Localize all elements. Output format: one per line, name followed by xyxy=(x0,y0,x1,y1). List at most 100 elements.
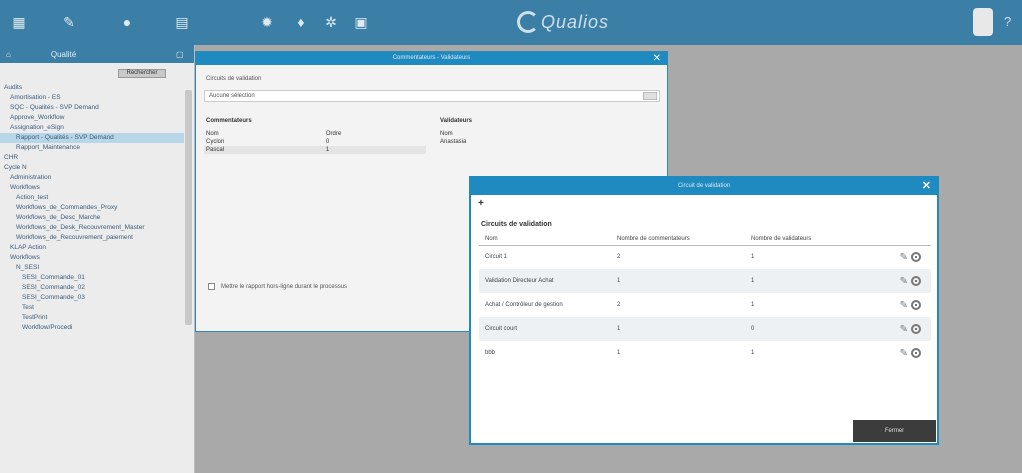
col-order: Ordre xyxy=(325,131,342,137)
cell: 1 xyxy=(751,254,755,261)
table-row[interactable]: Anastasia xyxy=(438,138,498,146)
tree-item[interactable]: Cycle N xyxy=(0,163,184,173)
tree-item-label: Workflows_de_Desk_Recouvrement_Master xyxy=(16,224,145,231)
tree-item[interactable]: SESI_Commande_02 xyxy=(0,283,184,293)
table-row[interactable]: Circuit 1 2 1 ✎ xyxy=(479,245,931,269)
tree-item[interactable]: Rapport_Maintenance xyxy=(0,143,184,153)
avatar[interactable] xyxy=(973,8,993,36)
tree-item[interactable]: Workflows xyxy=(0,253,184,263)
tree-item-label: N_SESI xyxy=(16,264,40,271)
tree-item[interactable]: TestPrint xyxy=(0,313,184,323)
table-header-row: Nom Nombre de commentateurs Nombre de va… xyxy=(479,233,931,246)
row-actions: ✎ xyxy=(881,269,931,293)
tree-item[interactable]: Administration xyxy=(0,173,184,183)
search-button[interactable]: Rechercher xyxy=(118,69,166,78)
add-icon[interactable]: + xyxy=(478,198,484,209)
circle-icon[interactable]: ● xyxy=(118,13,136,31)
close-button[interactable]: Fermer xyxy=(853,420,936,442)
collapse-icon[interactable]: ▢ xyxy=(176,50,184,59)
home-icon[interactable]: ⌂ xyxy=(6,50,11,59)
tree-item-label: Approve_Workflow xyxy=(10,114,65,121)
sidebar-scrollbar[interactable] xyxy=(185,90,192,325)
tree-item[interactable]: Amortisation - ES xyxy=(0,93,184,103)
cell: Cyclon xyxy=(206,139,225,145)
tree-item[interactable]: CHR xyxy=(0,153,184,163)
tree-item[interactable]: KLAP Action xyxy=(0,243,184,253)
cell: 1 xyxy=(751,302,755,308)
row-actions: ✎ xyxy=(881,341,931,365)
cell: 2 xyxy=(617,302,621,308)
offline-checkbox[interactable]: Mettre le rapport hors-ligne durant le p… xyxy=(208,283,347,290)
tree: Audits Amortisation - ES SQC - Qualités - … xyxy=(0,83,184,333)
edit-icon[interactable]: ✎ xyxy=(900,252,908,263)
help-icon[interactable]: ? xyxy=(1004,14,1011,29)
select-button[interactable] xyxy=(643,92,657,100)
tree-item[interactable]: SQC - Qualités - SVP Demand xyxy=(0,103,184,113)
table-row[interactable]: Cyclon 0 xyxy=(204,138,426,146)
checkbox-icon[interactable] xyxy=(208,283,215,290)
delete-icon[interactable] xyxy=(911,252,921,263)
tree-item[interactable]: Test xyxy=(0,303,184,313)
row-actions: ✎ xyxy=(881,293,931,317)
edit-icon[interactable]: ✎ xyxy=(900,348,908,359)
tree-item[interactable]: SESI_Commande_03 xyxy=(0,293,184,303)
table-row[interactable]: Achat / Contrôleur de gestion 2 1 ✎ xyxy=(479,293,931,317)
table-row[interactable]: Validation Directeur Achat 1 1 ✎ xyxy=(479,269,931,293)
cell: Circuit court xyxy=(479,317,617,341)
col-commentators: Nombre de commentateurs xyxy=(617,233,751,246)
row-actions: ✎ xyxy=(881,245,931,269)
tree-item-label: Administration xyxy=(10,174,52,181)
tree-item[interactable]: Workflows_de_Commandes_Proxy xyxy=(0,203,184,213)
tree-item[interactable]: N_SESI xyxy=(0,263,184,273)
circuits-table: Nom Nombre de commentateurs Nombre de va… xyxy=(479,233,931,365)
edit-icon[interactable]: ✎ xyxy=(900,276,908,287)
tree-item[interactable]: Assignation_eSign xyxy=(0,123,184,133)
tree-item-label: SESI_Commande_03 xyxy=(22,294,85,301)
delete-icon[interactable] xyxy=(911,348,921,358)
tree-item[interactable]: Workflows_de_Recouvrement_paiement xyxy=(0,233,184,243)
cell: bbb xyxy=(485,350,496,356)
tree-item[interactable]: Audits xyxy=(0,83,184,93)
edit-icon[interactable]: ✎ xyxy=(900,300,908,311)
cell: 2 xyxy=(617,254,621,261)
commentators-table: Nom Ordre Cyclon 0 Pascal 1 xyxy=(204,130,426,154)
cell: 0 xyxy=(751,317,881,341)
gear-icon[interactable]: ✹ xyxy=(258,13,276,31)
tree-item[interactable]: Workflows_de_Desk_Recouvrement_Master xyxy=(0,223,184,233)
edit-icon[interactable]: ✎ xyxy=(900,324,908,335)
tree-item[interactable]: Approve_Workflow xyxy=(0,113,184,123)
table-row[interactable]: Circuit court 1 0 ✎ xyxy=(479,317,931,341)
delete-icon[interactable] xyxy=(911,324,921,334)
tree-item[interactable]: Workflows xyxy=(0,183,184,193)
tree-item[interactable]: Action_test xyxy=(0,193,184,203)
dialog-title: Commentateurs - Validateurs ✕ xyxy=(196,52,667,65)
tree-item[interactable]: Workflow/Procedi xyxy=(0,323,184,333)
close-icon[interactable]: ✕ xyxy=(922,178,931,195)
grid-icon[interactable]: ▦ xyxy=(10,13,28,31)
tree-item-label: TestPrint xyxy=(22,314,48,321)
table-row[interactable]: Pascal 1 xyxy=(204,146,426,154)
tree-item-label: Audits xyxy=(4,84,23,91)
tree-item-label: SESI_Commande_01 xyxy=(22,274,85,281)
circuit-select[interactable]: Aucune sélection xyxy=(204,90,660,102)
tree-item-label: Action_test xyxy=(16,194,49,201)
tree-item[interactable]: Rapport - Qualités - SVP Demand xyxy=(0,133,184,143)
tree-item-label: Rapport_Maintenance xyxy=(16,144,80,151)
tree-item-label: Assignation_eSign xyxy=(10,124,64,131)
document-icon[interactable]: ▣ xyxy=(352,13,370,31)
tree-item[interactable]: Workflows_de_Desc_Marche xyxy=(0,213,184,223)
tree-item-label: Workflows_de_Desc_Marche xyxy=(16,214,101,221)
validators-header: Validateurs xyxy=(440,118,473,124)
chart-icon[interactable]: ▤ xyxy=(173,13,191,31)
table-row[interactable]: bbb 1 1 ✎ xyxy=(479,341,931,365)
tree-item-label: KLAP Action xyxy=(10,244,47,251)
pen-icon[interactable]: ✎ xyxy=(60,13,78,31)
bulb-icon[interactable]: ♦ xyxy=(292,13,310,31)
cog-icon[interactable]: ✲ xyxy=(322,13,340,31)
delete-icon[interactable] xyxy=(911,276,921,286)
tree-item-label: Test xyxy=(22,304,34,311)
delete-icon[interactable] xyxy=(911,300,921,310)
tree-item[interactable]: SESI_Commande_01 xyxy=(0,273,184,283)
close-icon[interactable]: ✕ xyxy=(653,52,661,65)
cell: 1 xyxy=(325,147,330,153)
